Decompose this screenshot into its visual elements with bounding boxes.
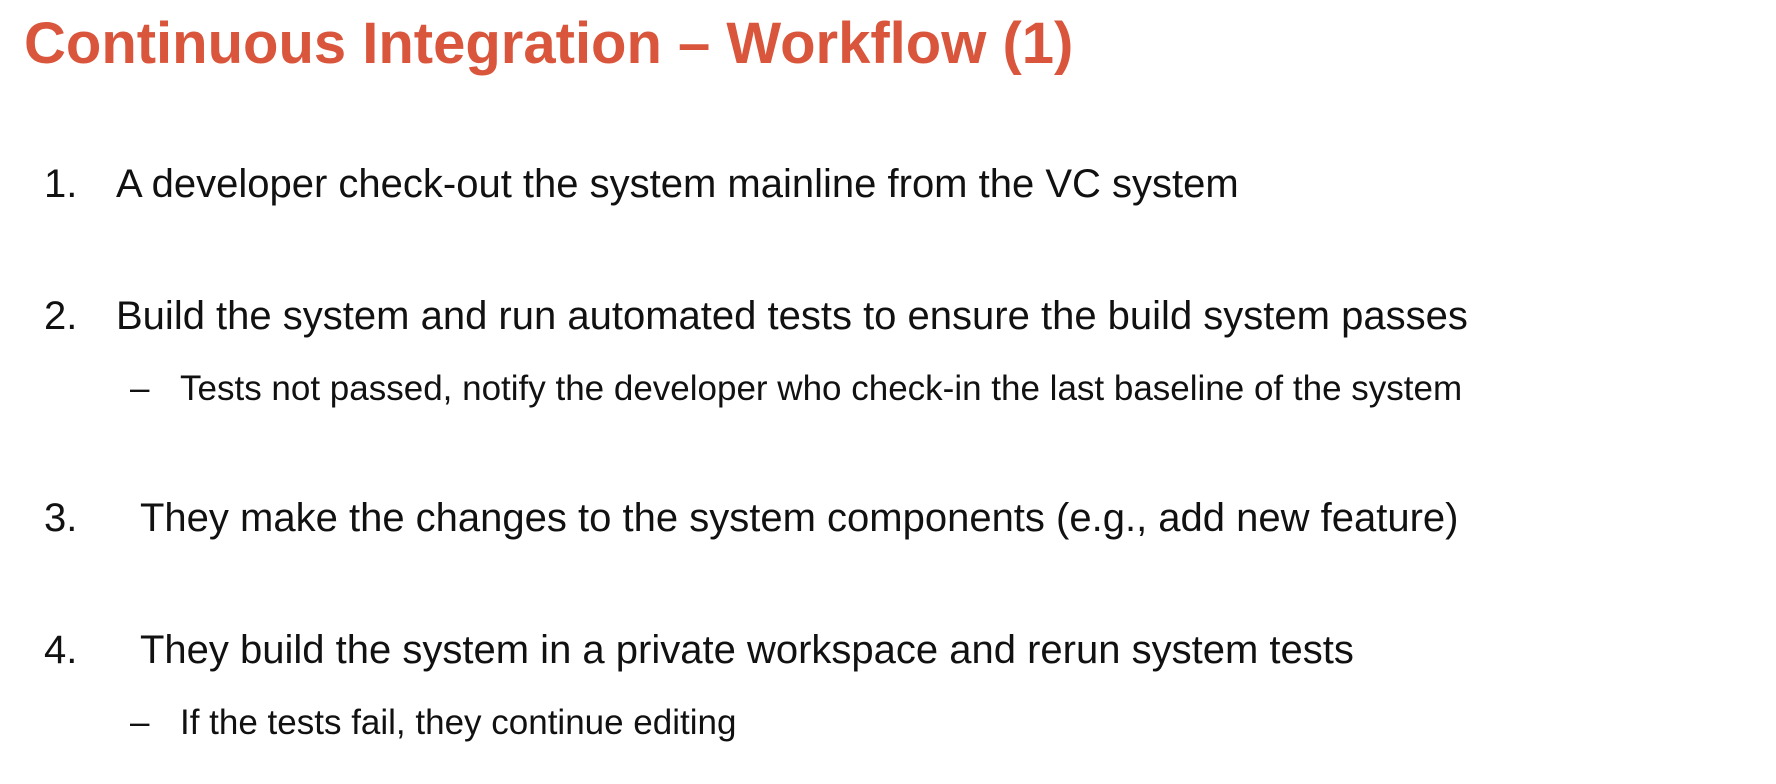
dash-marker: – [130, 703, 150, 742]
list-item: 1. A developer check-out the system main… [44, 158, 1239, 210]
list-item: 4. They build the system in a private wo… [44, 624, 1354, 676]
dash-marker: – [130, 369, 150, 408]
item-text: They make the changes to the system comp… [140, 496, 1459, 540]
list-item: 2. Build the system and run automated te… [44, 290, 1468, 342]
sub-list-item: – Tests not passed, notify the developer… [130, 366, 1462, 412]
list-item: 3. They make the changes to the system c… [44, 492, 1459, 544]
item-number: 2. [44, 294, 78, 338]
slide: Continuous Integration – Workflow (1) 1.… [0, 0, 1776, 784]
item-text: They build the system in a private works… [140, 628, 1354, 672]
sub-list-item: – If the tests fail, they continue editi… [130, 700, 736, 746]
item-text: A developer check-out the system mainlin… [116, 162, 1239, 206]
item-number: 1. [44, 162, 78, 206]
item-text: Build the system and run automated tests… [116, 294, 1468, 338]
sub-item-text: Tests not passed, notify the developer w… [180, 369, 1463, 408]
slide-title: Continuous Integration – Workflow (1) [24, 11, 1074, 76]
sub-item-text: If the tests fail, they continue editing [180, 703, 737, 742]
item-number: 4. [44, 628, 78, 672]
item-number: 3. [44, 496, 78, 540]
